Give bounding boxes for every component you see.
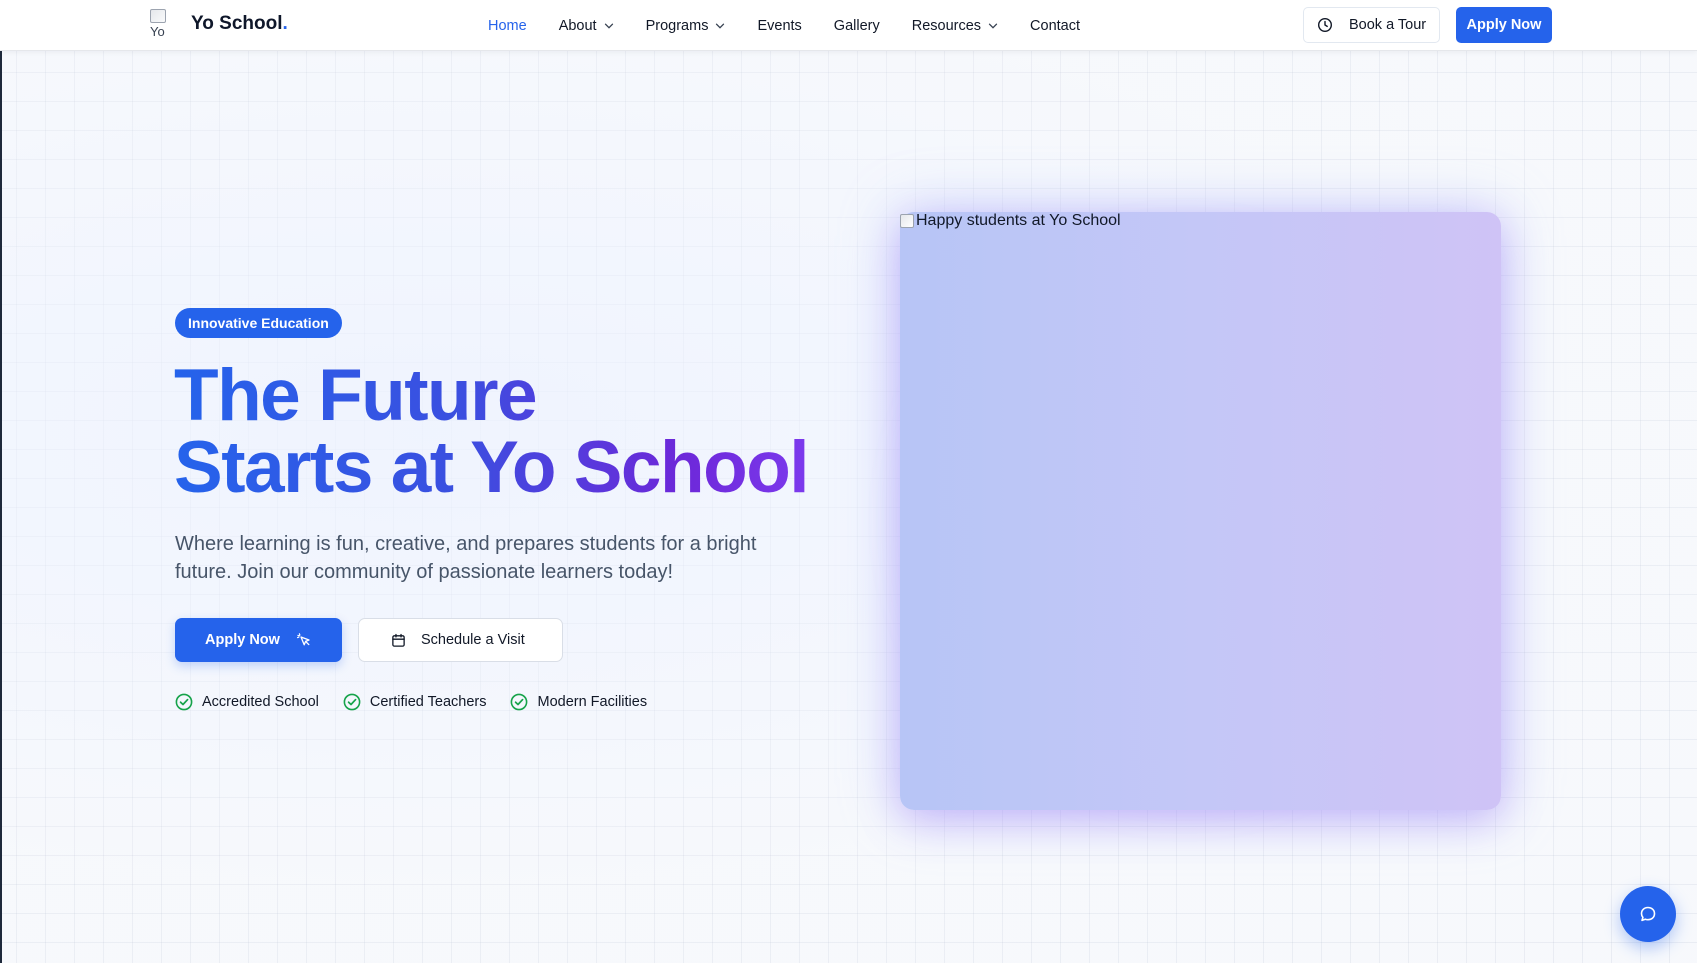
hero-image-alt: Happy students at Yo School bbox=[900, 212, 1121, 230]
logo-image[interactable]: Yo bbox=[150, 9, 172, 41]
check-circle-icon bbox=[175, 693, 193, 711]
nav-item-programs[interactable]: Programs bbox=[646, 18, 726, 34]
feature-list: Accredited School Certified Teachers Mod… bbox=[175, 693, 671, 711]
book-tour-button[interactable]: Book a Tour bbox=[1303, 7, 1440, 43]
brand-name[interactable]: Yo School. bbox=[191, 13, 288, 35]
feature-label: Modern Facilities bbox=[537, 694, 648, 710]
feature-item-teachers: Certified Teachers bbox=[343, 693, 487, 711]
nav-item-about[interactable]: About bbox=[559, 18, 614, 34]
apply-now-button[interactable]: Apply Now bbox=[175, 618, 342, 662]
brand-name-text: Yo School bbox=[191, 13, 283, 34]
hero-headline-line-2: Starts at Yo School bbox=[174, 427, 809, 508]
check-circle-icon bbox=[511, 693, 528, 711]
apply-now-label: Apply Now bbox=[205, 632, 280, 648]
nav-item-label: Gallery bbox=[833, 17, 880, 34]
calendar-icon bbox=[392, 633, 405, 647]
nav-item-label: Resources bbox=[911, 17, 982, 34]
apply-now-nav-label: Apply Now bbox=[1466, 17, 1542, 33]
feature-label: Certified Teachers bbox=[369, 694, 487, 710]
nav-item-label: Events bbox=[757, 17, 802, 34]
nav-item-label: Programs bbox=[645, 17, 709, 34]
hero-image-alt-text: Happy students at Yo School bbox=[916, 212, 1121, 229]
chevron-down-icon bbox=[988, 23, 998, 29]
top-navbar: Yo Yo School. Home About Programs Events… bbox=[0, 0, 1697, 51]
clock-icon bbox=[1317, 17, 1333, 33]
nav-item-label: About bbox=[558, 17, 597, 34]
nav-item-label: Contact bbox=[1030, 17, 1081, 34]
nav-item-label: Home bbox=[488, 17, 527, 34]
chevron-down-icon bbox=[716, 23, 725, 29]
apply-now-nav-button[interactable]: Apply Now bbox=[1456, 7, 1552, 43]
cursor-click-icon bbox=[296, 633, 310, 646]
feature-item-accredited: Accredited School bbox=[175, 693, 319, 711]
main-menu: Home About Programs Events Gallery Resou… bbox=[488, 0, 1112, 51]
schedule-visit-button[interactable]: Schedule a Visit bbox=[358, 618, 563, 662]
broken-image-icon bbox=[150, 9, 166, 23]
chat-button[interactable] bbox=[1620, 886, 1676, 942]
chevron-down-icon bbox=[604, 23, 613, 29]
schedule-visit-label: Schedule a Visit bbox=[421, 632, 525, 648]
hero-lead-text: Where learning is fun, creative, and pre… bbox=[175, 533, 757, 583]
hero-image-card bbox=[900, 212, 1501, 810]
book-tour-label: Book a Tour bbox=[1349, 17, 1427, 33]
hero-badge: Innovative Education bbox=[175, 308, 342, 338]
nav-item-home[interactable]: Home bbox=[488, 18, 527, 34]
hero-headline-line-1: The Future bbox=[174, 355, 537, 436]
nav-item-events[interactable]: Events bbox=[757, 18, 801, 34]
hero-badge-text: Innovative Education bbox=[188, 315, 329, 331]
nav-item-resources[interactable]: Resources bbox=[912, 18, 998, 34]
check-circle-icon bbox=[343, 693, 361, 711]
feature-item-facilities: Modern Facilities bbox=[510, 693, 647, 711]
brand-dot: . bbox=[282, 13, 288, 34]
chat-bubble-icon bbox=[1640, 906, 1656, 922]
feature-label: Accredited School bbox=[202, 694, 319, 710]
nav-item-gallery[interactable]: Gallery bbox=[834, 18, 880, 34]
broken-image-icon bbox=[900, 214, 914, 228]
logo-alt-text: Yo bbox=[150, 24, 165, 39]
nav-item-contact[interactable]: Contact bbox=[1030, 18, 1080, 34]
hero-headline: The Future Starts at Yo School bbox=[174, 360, 808, 504]
